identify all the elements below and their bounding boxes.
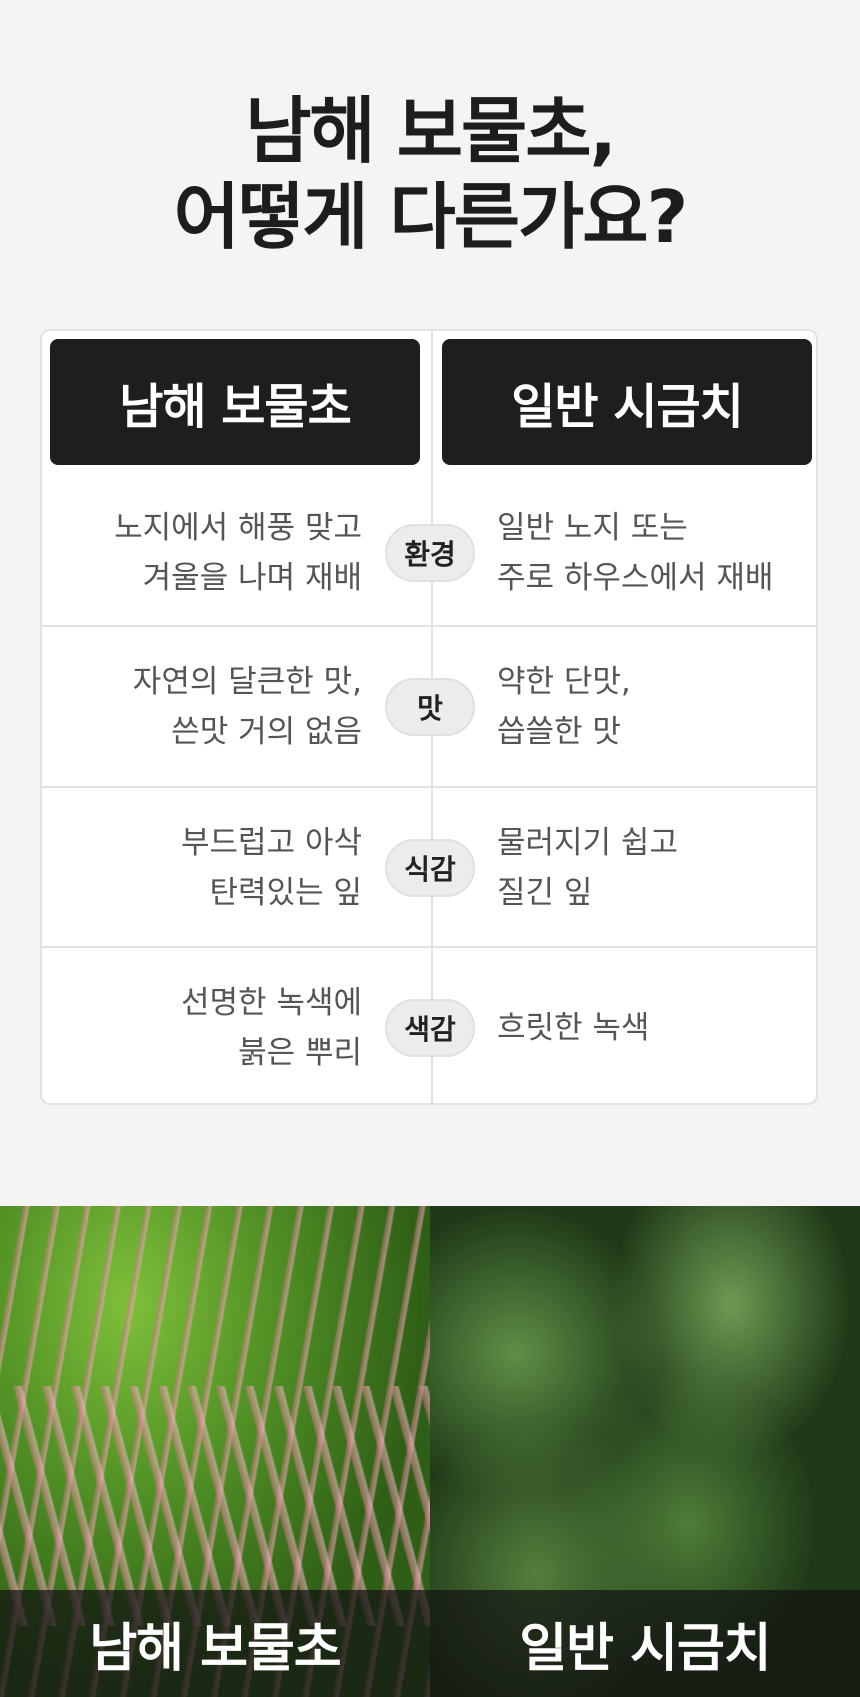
table-row-color: 선명한 녹색에 붉은 뿌리 색감 흐릿한 녹색: [42, 946, 816, 1108]
cell-text: 약한 단맛,: [497, 664, 631, 700]
cell-text: 질긴 잎: [497, 875, 593, 911]
cell-text: 주로 하우스에서 재배: [497, 560, 774, 596]
title-line-1: 남해 보물초,: [245, 89, 617, 173]
header-regular-spinach: 일반 시금치: [442, 339, 812, 465]
cell-right-texture: 물러지기 쉽고 질긴 잎: [497, 818, 678, 918]
cell-text: 탄력있는 잎: [209, 875, 362, 911]
cell-left-color: 선명한 녹색에 붉은 뿌리: [181, 978, 362, 1078]
cell-text: 부드럽고 아삭: [181, 825, 362, 861]
cell-text: 선명한 녹색에: [181, 985, 362, 1021]
table-row-environment: 노지에서 해풍 맞고 겨울을 나며 재배 환경 일반 노지 또는 주로 하우스에…: [42, 473, 816, 633]
cell-text: 자연의 달큰한 맛,: [132, 664, 362, 700]
photo-caption-left: 남해 보물초: [0, 1590, 430, 1697]
comparison-photos: 남해 보물초 일반 시금치: [0, 1206, 860, 1697]
photo-caption-right: 일반 시금치: [430, 1590, 860, 1697]
cell-text: 물러지기 쉽고: [497, 825, 678, 861]
cell-text: 붉은 뿌리: [238, 1035, 362, 1071]
row-label-color: 색감: [385, 999, 475, 1057]
cell-right-environment: 일반 노지 또는 주로 하우스에서 재배: [497, 503, 773, 603]
table-row-texture: 부드럽고 아삭 탄력있는 잎 식감 물러지기 쉽고 질긴 잎: [42, 786, 816, 948]
cell-text: 흐릿한 녹색: [497, 1010, 650, 1046]
cell-right-color: 흐릿한 녹색: [497, 1003, 649, 1053]
cell-left-taste: 자연의 달큰한 맛, 쓴맛 거의 없음: [133, 657, 362, 757]
row-label-taste: 맛: [385, 678, 475, 736]
cell-left-environment: 노지에서 해풍 맞고 겨울을 나며 재배: [114, 503, 362, 603]
cell-text: 노지에서 해풍 맞고: [114, 510, 362, 546]
regular-spinach-photo: 일반 시금치: [430, 1206, 860, 1697]
cell-text: 일반 노지 또는: [497, 510, 688, 546]
row-label-texture: 식감: [385, 839, 475, 897]
header-namhae-bomulcho: 남해 보물초: [50, 339, 420, 465]
table-row-taste: 자연의 달큰한 맛, 쓴맛 거의 없음 맛 약한 단맛, 씁쓸한 맛: [42, 625, 816, 787]
comparison-table: 남해 보물초 일반 시금치 노지에서 해풍 맞고 겨울을 나며 재배 환경 일반…: [40, 329, 818, 1105]
title-line-2: 어떻게 다른가요?: [173, 175, 689, 259]
row-label-environment: 환경: [385, 524, 475, 582]
cell-text: 씁쓸한 맛: [497, 714, 621, 750]
namhae-spinach-photo: 남해 보물초: [0, 1206, 430, 1697]
cell-text: 쓴맛 거의 없음: [171, 714, 362, 750]
cell-left-texture: 부드럽고 아삭 탄력있는 잎: [181, 818, 362, 918]
page-title: 남해 보물초, 어떻게 다른가요?: [0, 88, 860, 260]
cell-right-taste: 약한 단맛, 씁쓸한 맛: [497, 657, 631, 757]
cell-text: 겨울을 나며 재배: [142, 560, 362, 596]
